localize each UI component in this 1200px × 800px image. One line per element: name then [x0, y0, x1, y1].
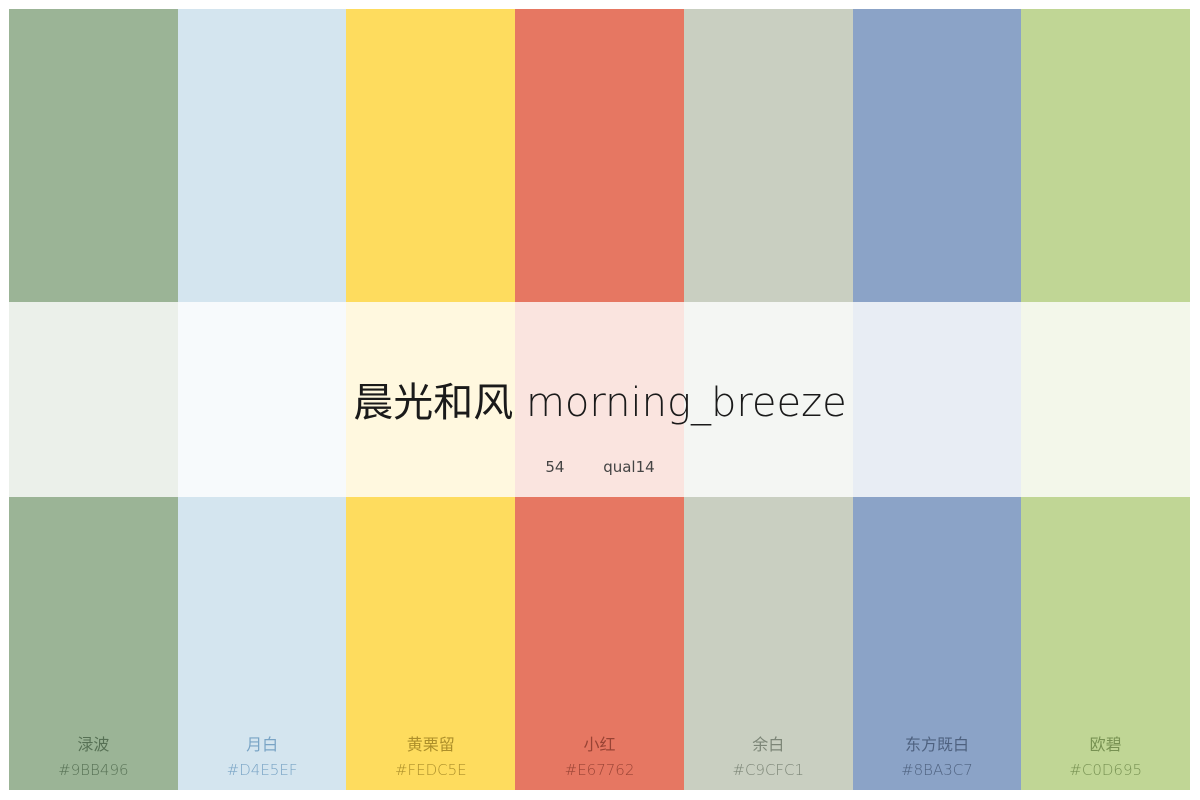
- swatch-name: 东方既白: [904, 735, 969, 754]
- swatch-hex: #9BB496: [58, 761, 129, 779]
- swatch-hex: #C9CFC1: [732, 761, 805, 779]
- swatch-name: 渌波: [77, 735, 110, 754]
- swatch-name: 余白: [752, 735, 785, 754]
- swatch-name: 月白: [246, 735, 279, 754]
- palette-number: 54: [545, 458, 565, 476]
- swatch-name: 黄栗留: [406, 735, 455, 754]
- palette-title: 晨光和风 morning_breeze: [353, 380, 847, 426]
- swatch-hex: #8BA3C7: [901, 761, 973, 779]
- swatch-name: 欧碧: [1089, 735, 1122, 754]
- swatch-hex: #D4E5EF: [226, 761, 298, 779]
- palette-category: qual14: [603, 458, 655, 476]
- swatch-hex: #E67762: [564, 761, 635, 779]
- swatch-hex: #C0D695: [1069, 761, 1143, 779]
- swatch-name: 小红: [583, 735, 616, 754]
- swatch-hex: #FEDC5E: [394, 761, 467, 779]
- palette-meta: 54 qual14: [0, 458, 1200, 476]
